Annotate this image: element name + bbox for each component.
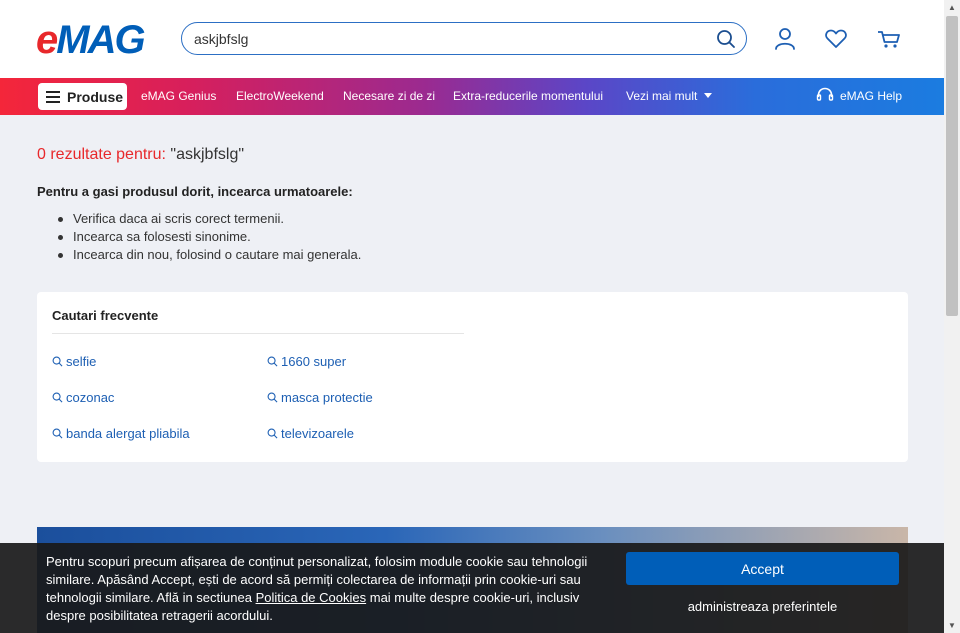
top-header: eMAG — [0, 0, 944, 78]
frequent-search-link[interactable]: banda alergat pliabila — [52, 426, 190, 441]
hamburger-icon — [46, 91, 60, 106]
nav-item-extra-reduceri[interactable]: Extra-reducerile momentului — [453, 89, 603, 103]
frequent-search-label: banda alergat pliabila — [66, 426, 190, 441]
nav-item-vezi-mai-mult[interactable]: Vezi mai mult — [626, 89, 712, 103]
nav-item-necesare[interactable]: Necesare zi de zi — [343, 89, 435, 103]
frequent-search-link[interactable]: televizoarele — [267, 426, 354, 441]
cookie-text: Pentru scopuri precum afișarea de conțin… — [46, 553, 606, 625]
results-count: 0 rezultate pentru: — [37, 146, 166, 163]
search-icon — [267, 428, 278, 439]
logo-mag: MAG — [56, 18, 145, 62]
main-nav: Produse eMAG Genius ElectroWeekend Neces… — [0, 78, 944, 115]
cookie-policy-link[interactable]: Politica de Cookies — [256, 590, 367, 605]
search-icon — [52, 428, 63, 439]
account-icon[interactable] — [772, 26, 798, 52]
scroll-up-arrow-icon[interactable]: ▲ — [948, 3, 956, 12]
search-box — [181, 22, 747, 55]
frequent-search-label: cozonac — [66, 390, 115, 405]
nav-item-genius[interactable]: eMAG Genius — [141, 89, 216, 103]
search-icon[interactable] — [716, 29, 736, 49]
search-icon — [267, 392, 278, 403]
frequent-search-label: 1660 super — [281, 354, 347, 369]
frequent-search-link[interactable]: selfie — [52, 354, 96, 369]
search-icon — [52, 356, 63, 367]
frequent-search-link[interactable]: 1660 super — [267, 354, 346, 369]
accept-cookies-button[interactable]: Accept — [626, 552, 899, 585]
manage-preferences-link[interactable]: administreaza preferintele — [626, 599, 899, 614]
tips-list: Verifica daca ai scris corect termenii. … — [58, 210, 361, 264]
frequent-search-label: selfie — [66, 354, 97, 369]
scroll-down-arrow-icon[interactable]: ▼ — [948, 621, 956, 630]
scrollbar-thumb[interactable] — [946, 16, 958, 316]
divider — [52, 333, 464, 334]
frequent-search-label: televizoarele — [281, 426, 354, 441]
frequent-searches-title: Cautari frecvente — [52, 308, 159, 323]
headset-icon — [816, 87, 834, 101]
vezi-mai-mult-label: Vezi mai mult — [626, 89, 698, 103]
frequent-search-label: masca protectie — [281, 390, 373, 405]
favorites-heart-icon[interactable] — [823, 26, 849, 52]
search-input[interactable] — [194, 29, 694, 49]
page-scrollbar[interactable]: ▲ ▼ — [944, 0, 960, 633]
tip-item: Incearca din nou, folosind o cautare mai… — [58, 246, 361, 264]
tips-title: Pentru a gasi produsul dorit, incearca u… — [37, 184, 353, 199]
frequent-searches-card: Cautari frecvente selfie 1660 super cozo… — [37, 292, 908, 462]
help-label: eMAG Help — [840, 89, 903, 103]
results-heading: 0 rezultate pentru: "askjbfslg" — [37, 146, 244, 164]
results-query: "askjbfslg" — [170, 146, 245, 163]
nav-item-electroweekend[interactable]: ElectroWeekend — [236, 89, 324, 103]
emag-logo[interactable]: eMAG — [36, 18, 146, 63]
tip-item: Verifica daca ai scris corect termenii. — [58, 210, 361, 228]
produse-menu-button[interactable]: Produse — [38, 83, 127, 110]
cookie-consent-bar: Pentru scopuri precum afișarea de conțin… — [0, 543, 944, 633]
produse-label: Produse — [67, 89, 124, 105]
frequent-search-link[interactable]: cozonac — [52, 390, 114, 405]
logo-e: e — [36, 18, 58, 62]
cart-icon[interactable] — [876, 26, 902, 52]
search-icon — [52, 392, 63, 403]
tip-item: Incearca sa folosesti sinonime. — [58, 228, 361, 246]
frequent-search-link[interactable]: masca protectie — [267, 390, 373, 405]
search-icon — [267, 356, 278, 367]
caret-down-icon — [703, 93, 712, 98]
